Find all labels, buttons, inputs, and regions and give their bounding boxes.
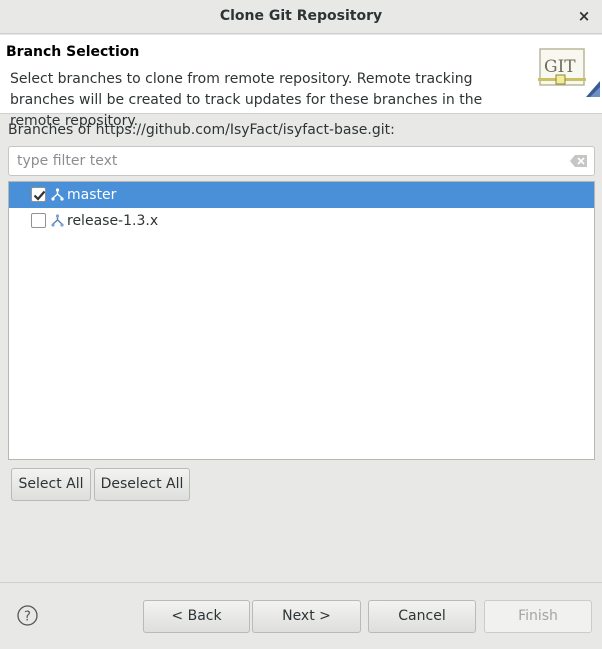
deselect-all-button[interactable]: Deselect All <box>94 468 190 501</box>
branch-icon <box>51 214 64 227</box>
finish-button[interactable]: Finish <box>484 600 592 633</box>
window-title: Clone Git Repository <box>219 8 383 24</box>
filter-input[interactable] <box>9 147 559 175</box>
branch-label: master <box>67 187 117 203</box>
filter-field <box>8 146 595 176</box>
page-title: Branch Selection <box>6 44 140 60</box>
branch-icon <box>51 188 64 201</box>
clear-filter-icon[interactable] <box>570 154 588 168</box>
branch-checkbox-master[interactable] <box>31 187 46 202</box>
help-icon[interactable]: ? <box>17 605 38 626</box>
wizard-header: Branch Selection Select branches to clon… <box>0 35 602 129</box>
cancel-button[interactable]: Cancel <box>368 600 476 633</box>
branch-row-master[interactable]: master <box>9 182 594 208</box>
next-button[interactable]: Next > <box>252 600 361 633</box>
git-logo-icon: GIT <box>538 48 600 97</box>
help-glyph: ? <box>24 610 31 625</box>
back-button[interactable]: < Back <box>143 600 250 633</box>
checkmark-icon <box>33 190 46 201</box>
branch-checkbox-release[interactable] <box>31 213 46 228</box>
window-titlebar: Clone Git Repository × <box>0 0 602 34</box>
branch-label: release-1.3.x <box>67 213 159 229</box>
branch-list: master release-1.3.x <box>8 181 595 460</box>
select-all-button[interactable]: Select All <box>11 468 91 501</box>
branches-source-label: Branches of https://github.com/IsyFact/i… <box>8 122 395 138</box>
git-logo-text: GIT <box>544 57 576 77</box>
close-button[interactable]: × <box>574 0 594 32</box>
branch-row-release[interactable]: release-1.3.x <box>9 208 594 234</box>
footer-divider <box>0 582 602 583</box>
